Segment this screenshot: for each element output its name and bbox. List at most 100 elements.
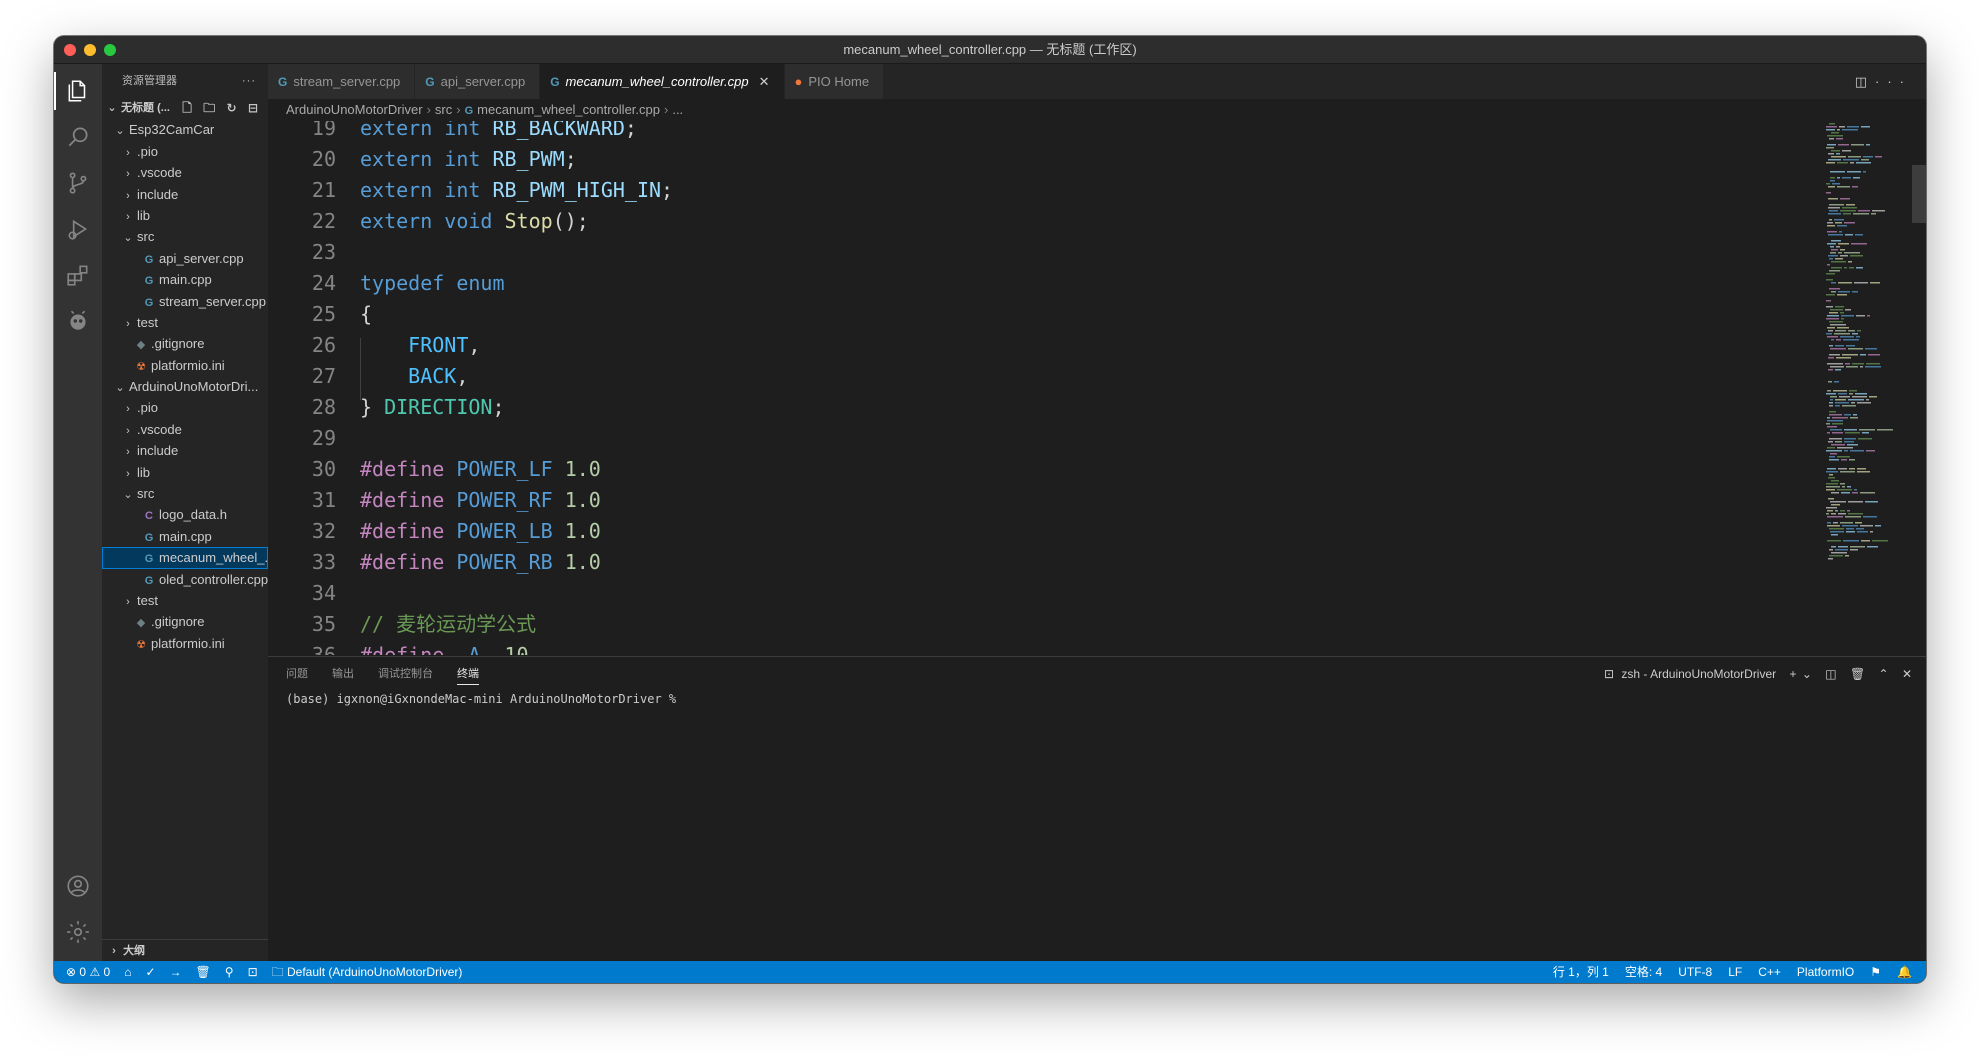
tree-folder[interactable]: › lib (102, 205, 268, 226)
code-line[interactable]: 21 extern int RB_PWM_HIGH_IN; (268, 175, 673, 206)
cursor-position[interactable]: 行 1，列 1 (1553, 961, 1609, 983)
code-line[interactable]: 36 #define _A_ 10 (268, 640, 529, 655)
close-panel-icon[interactable]: ✕ (1902, 667, 1912, 681)
tree-folder[interactable]: › lib (102, 462, 268, 483)
code-line[interactable]: 24 typedef enum (268, 268, 505, 299)
platformio-icon[interactable] (54, 298, 102, 344)
tree-folder[interactable]: › .pio (102, 141, 268, 162)
code-line[interactable]: 30 #define POWER_LF 1.0 (268, 454, 601, 485)
code-line[interactable]: 29 (268, 423, 336, 454)
tree-file[interactable]: Goled_controller.cpp (102, 569, 268, 590)
maximize-window-button[interactable] (104, 44, 116, 56)
search-icon[interactable] (54, 114, 102, 160)
source-control-icon[interactable] (54, 160, 102, 206)
breadcrumb-project[interactable]: ArduinoUnoMotorDriver (286, 102, 423, 117)
tree-file[interactable]: ◆ .gitignore (102, 333, 268, 354)
more-actions-icon[interactable]: ··· (1875, 74, 1912, 89)
tab-stream-server[interactable]: Gstream_server.cpp (268, 64, 416, 99)
tree-file[interactable]: Clogo_data.h (102, 504, 268, 525)
tab-problems[interactable]: 问题 (286, 657, 308, 691)
code-line[interactable]: 25 { (268, 299, 372, 330)
tab-debug-console[interactable]: 调试控制台 (378, 657, 433, 691)
code-editor[interactable]: 19 extern int RB_BACKWARD; 20 extern int RB… (268, 121, 1926, 655)
tree-folder[interactable]: › .vscode (102, 162, 268, 183)
platformio-status[interactable]: PlatformIO (1797, 961, 1854, 983)
chevron-down-icon[interactable]: ⌄ (1802, 667, 1812, 681)
code-line[interactable]: 20 extern int RB_PWM; (268, 144, 577, 175)
breadcrumb-folder[interactable]: src (435, 102, 452, 117)
code-line[interactable]: 33 #define POWER_RB 1.0 (268, 547, 601, 578)
tree-folder[interactable]: › .pio (102, 397, 268, 418)
terminal-prompt[interactable]: (base) igxnon@iGxnondeMac-mini ArduinoUn… (268, 691, 1926, 707)
new-terminal-icon[interactable]: + (1790, 667, 1797, 681)
tree-file[interactable]: Gmain.cpp (102, 526, 268, 547)
code-line[interactable]: 23 (268, 237, 336, 268)
more-actions-icon[interactable]: ··· (242, 64, 256, 98)
workspace-root[interactable]: ⌄ 无标题 (... 🗋 🗀 ↻ ⊟ (102, 98, 268, 119)
tab-mecanum-wheel-controller[interactable]: Gmecanum_wheel_controller.cpp ✕ (540, 64, 785, 99)
tree-folder[interactable]: ⌄ src (102, 226, 268, 247)
code-line[interactable]: 31 #define POWER_RF 1.0 (268, 485, 601, 516)
code-line[interactable]: 27 BACK, (268, 361, 468, 392)
tree-folder[interactable]: › include (102, 184, 268, 205)
run-debug-icon[interactable] (54, 206, 102, 252)
build-check-icon[interactable]: ✓ (145, 961, 155, 983)
outline-section[interactable]: › 大纲 (102, 939, 268, 961)
extensions-icon[interactable] (54, 252, 102, 298)
code-line[interactable]: 28} DIRECTION; (268, 392, 505, 423)
vertical-scrollbar[interactable] (1912, 165, 1926, 223)
notifications-icon[interactable]: 🔔 (1897, 961, 1912, 983)
code-line[interactable]: 19 extern int RB_BACKWARD; (268, 121, 637, 144)
tree-folder[interactable]: › .vscode (102, 419, 268, 440)
tree-file[interactable]: ◆ .gitignore (102, 611, 268, 632)
tree-folder[interactable]: ⌄ ArduinoUnoMotorDri... (102, 376, 268, 397)
clean-trash-icon[interactable]: 🗑 (196, 961, 211, 983)
minimize-window-button[interactable] (84, 44, 96, 56)
code-line[interactable]: 26 FRONT, (268, 330, 481, 361)
settings-gear-icon[interactable] (54, 909, 102, 955)
tree-file[interactable]: Gmain.cpp (102, 269, 268, 290)
tab-pio-home[interactable]: ● PIO Home (784, 64, 885, 99)
indentation[interactable]: 空格: 4 (1625, 961, 1662, 983)
live-share-icon[interactable]: ⚑ (1870, 961, 1881, 983)
tree-file[interactable]: Gmecanum_wheel_... (102, 547, 268, 569)
upload-arrow-icon[interactable]: → (170, 961, 182, 983)
tree-file[interactable]: Gapi_server.cpp (102, 248, 268, 269)
minimap[interactable] (1822, 121, 1912, 655)
tab-terminal[interactable]: 终端 (457, 657, 479, 691)
language-mode[interactable]: C++ (1758, 961, 1781, 983)
breadcrumb-file[interactable]: mecanum_wheel_controller.cpp (477, 102, 660, 117)
close-icon[interactable]: ✕ (759, 74, 770, 89)
terminal-name[interactable]: zsh - ArduinoUnoMotorDriver (1621, 667, 1776, 681)
tree-file[interactable]: ☢ platformio.ini (102, 355, 268, 376)
maximize-panel-icon[interactable]: ⌃ (1879, 667, 1889, 681)
files-icon[interactable] (54, 68, 102, 114)
account-icon[interactable] (54, 863, 102, 909)
tab-output[interactable]: 输出 (332, 657, 354, 691)
trash-icon[interactable]: 🗑 (1850, 667, 1865, 681)
encoding[interactable]: UTF-8 (1678, 961, 1712, 983)
breadcrumb-symbol[interactable]: ... (672, 102, 683, 117)
tree-file[interactable]: Gstream_server.cpp (102, 291, 268, 312)
tree-folder[interactable]: › include (102, 440, 268, 461)
split-terminal-icon[interactable]: ◫ (1825, 667, 1836, 681)
code-line[interactable]: 34 (268, 578, 336, 609)
tree-file[interactable]: ☢ platformio.ini (102, 633, 268, 654)
end-of-line[interactable]: LF (1728, 961, 1742, 983)
env-selector[interactable]: 🗀 Default (ArduinoUnoMotorDriver) (272, 961, 463, 983)
problems-status[interactable]: ⊗ 0 ⚠ 0 (66, 961, 110, 983)
code-line[interactable]: 32 #define POWER_LB 1.0 (268, 516, 601, 547)
code-line[interactable]: 35 // 麦轮运动学公式 (268, 609, 536, 640)
tree-folder[interactable]: › test (102, 312, 268, 333)
tree-folder[interactable]: ⌄ Esp32CamCar (102, 119, 268, 140)
tree-folder[interactable]: ⌄ src (102, 483, 268, 504)
serial-monitor-icon[interactable]: ⚲ (225, 961, 234, 983)
tree-folder[interactable]: › test (102, 590, 268, 611)
home-icon[interactable]: ⌂ (124, 961, 131, 983)
code-line[interactable]: 22 extern void Stop(); (268, 206, 589, 237)
workspace-actions[interactable]: 🗋 🗀 ↻ ⊟ (182, 98, 262, 119)
close-window-button[interactable] (64, 44, 76, 56)
split-editor-icon[interactable]: ◫ (1855, 74, 1875, 89)
tab-api-server[interactable]: Gapi_server.cpp (415, 64, 541, 99)
terminal-icon[interactable]: ⊡ (248, 961, 258, 983)
